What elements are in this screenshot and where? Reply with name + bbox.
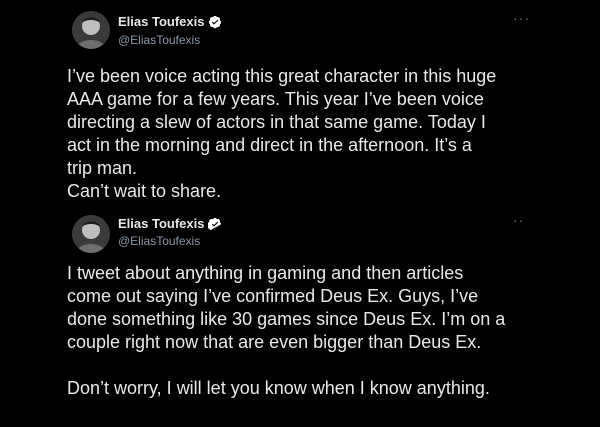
- verified-badge-icon: [208, 15, 222, 29]
- more-dots-icon[interactable]: ··: [513, 213, 524, 227]
- author-display-name[interactable]: Elias Toufexis: [118, 216, 204, 231]
- author-name-row: Elias Toufexis: [118, 14, 222, 29]
- tweet-text: I tweet about anything in gaming and the…: [67, 263, 506, 398]
- tweet-text: I’ve been voice acting this great charac…: [67, 66, 497, 201]
- author-handle[interactable]: @EliasToufexis: [118, 33, 200, 47]
- avatar[interactable]: [72, 11, 110, 49]
- author-handle[interactable]: @EliasToufexis: [118, 234, 200, 248]
- verified-badge-icon: [208, 217, 222, 231]
- tweet[interactable]: Elias Toufexis @EliasToufexis ·· I tweet…: [0, 210, 600, 427]
- tweet[interactable]: Elias Toufexis @EliasToufexis ··· I’ve b…: [0, 0, 600, 210]
- more-dots-icon[interactable]: ···: [513, 11, 530, 25]
- author-display-name[interactable]: Elias Toufexis: [118, 14, 204, 29]
- author-name-row: Elias Toufexis: [118, 216, 222, 231]
- avatar[interactable]: [72, 215, 110, 253]
